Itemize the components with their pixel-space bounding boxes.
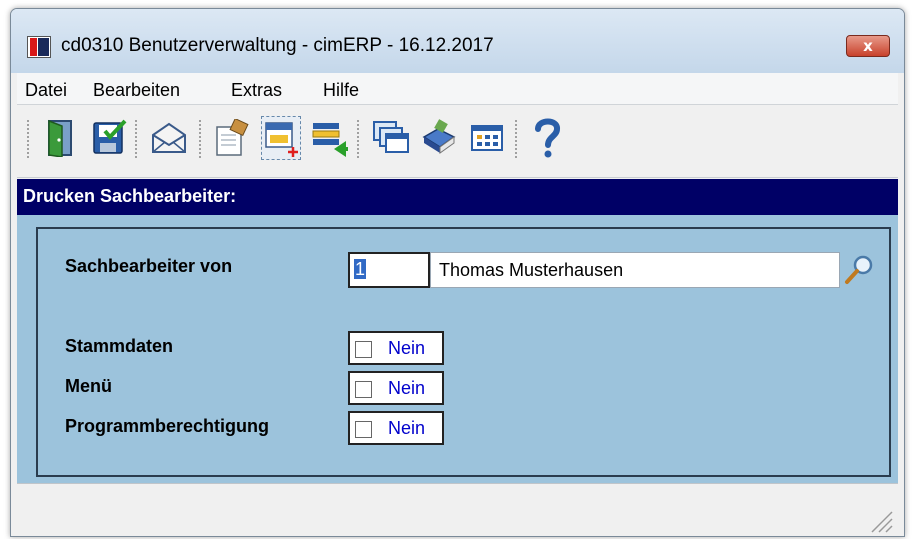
search-icon[interactable] bbox=[842, 253, 876, 287]
checkbox-value: Nein bbox=[388, 418, 426, 438]
import-list-icon[interactable] bbox=[309, 116, 349, 160]
programmberechtigung-label: Programmberechtigung bbox=[65, 416, 270, 436]
menu-hilfe[interactable]: Hilfe bbox=[323, 80, 359, 101]
menu-extras[interactable]: Extras bbox=[231, 80, 282, 101]
sachbearbeiter-id-input[interactable]: 1 bbox=[348, 252, 430, 288]
form-area: Sachbearbeiter von 1 Thomas Musterhausen… bbox=[17, 215, 898, 483]
toolbar-separator bbox=[27, 120, 31, 158]
sachbearbeiter-name-field: Thomas Musterhausen bbox=[430, 252, 840, 288]
programmberechtigung-checkbox[interactable]: Nein bbox=[348, 411, 444, 445]
form-panel: Sachbearbeiter von 1 Thomas Musterhausen… bbox=[36, 227, 891, 477]
section-title: Drucken Sachbearbeiter: bbox=[23, 186, 237, 206]
toolbar bbox=[17, 106, 898, 178]
menue-label: Menü bbox=[65, 376, 112, 396]
windows-icon[interactable] bbox=[371, 116, 411, 160]
checkbox-box[interactable] bbox=[355, 421, 372, 438]
exit-door-icon[interactable] bbox=[41, 116, 81, 160]
application-window: cd0310 Benutzerverwaltung - cimERP - 16.… bbox=[10, 8, 905, 537]
menu-datei[interactable]: Datei bbox=[25, 80, 67, 101]
checkbox-box[interactable] bbox=[355, 341, 372, 358]
book-icon[interactable] bbox=[419, 116, 459, 160]
stammdaten-label: Stammdaten bbox=[65, 336, 174, 356]
section-header: Drucken Sachbearbeiter: bbox=[17, 179, 898, 215]
toolbar-separator bbox=[199, 120, 203, 158]
toolbar-separator bbox=[515, 120, 519, 158]
toolbar-separator bbox=[357, 120, 361, 158]
menue-checkbox[interactable]: Nein bbox=[348, 371, 444, 405]
new-record-icon[interactable] bbox=[261, 116, 301, 160]
sachbearbeiter-label: Sachbearbeiter von bbox=[65, 256, 233, 276]
menu-bearbeiten[interactable]: Bearbeiten bbox=[93, 80, 180, 101]
grid-view-icon[interactable] bbox=[467, 116, 507, 160]
window-title: cd0310 Benutzerverwaltung - cimERP - 16.… bbox=[61, 35, 494, 56]
app-logo-icon bbox=[27, 36, 51, 58]
status-bar bbox=[17, 483, 898, 536]
save-icon[interactable] bbox=[89, 116, 129, 160]
mail-icon[interactable] bbox=[149, 116, 189, 160]
checkbox-value: Nein bbox=[388, 378, 426, 398]
toolbar-separator bbox=[135, 120, 139, 158]
close-button[interactable]: x bbox=[846, 35, 890, 57]
menu-bar: Datei Bearbeiten Extras Hilfe bbox=[17, 73, 898, 105]
checkbox-box[interactable] bbox=[355, 381, 372, 398]
help-icon[interactable] bbox=[527, 116, 567, 160]
checkbox-value: Nein bbox=[388, 338, 426, 358]
stammdaten-checkbox[interactable]: Nein bbox=[348, 331, 444, 365]
resize-grip-icon[interactable] bbox=[868, 508, 894, 534]
title-bar[interactable]: cd0310 Benutzerverwaltung - cimERP - 16.… bbox=[11, 9, 904, 73]
edit-document-icon[interactable] bbox=[213, 116, 253, 160]
